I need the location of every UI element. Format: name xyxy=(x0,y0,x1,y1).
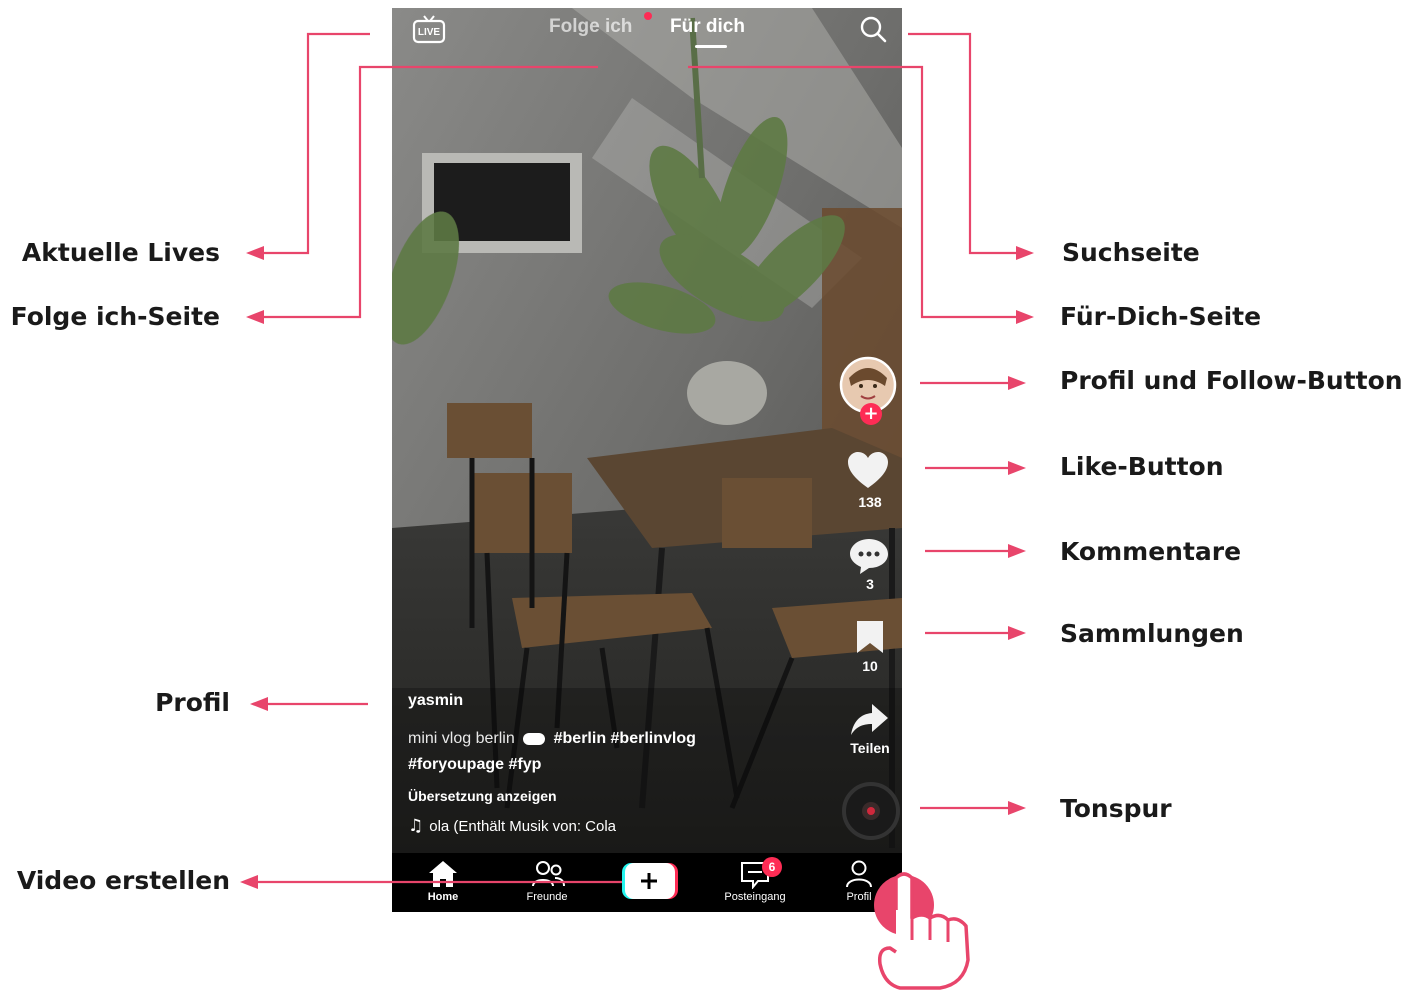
tab-following[interactable]: Folge ich xyxy=(549,16,632,38)
sound-disc-icon[interactable] xyxy=(842,782,900,840)
share-label: Teilen xyxy=(850,740,890,756)
live-icon-text: LIVE xyxy=(417,27,441,38)
nav-friends[interactable]: Freunde xyxy=(497,853,597,912)
caption-tags-1[interactable]: #berlin #berlinvlog xyxy=(554,730,696,747)
username[interactable]: yasmin xyxy=(408,692,463,710)
nav-profile[interactable]: Profil xyxy=(809,853,902,912)
music-line[interactable]: ♫ ola (Enthält Musik von: Cola xyxy=(408,816,616,836)
annotation-following: Folge ich-Seite xyxy=(10,302,220,331)
nav-home[interactable]: Home xyxy=(393,853,493,912)
annotation-profile: Profil xyxy=(155,688,230,717)
friends-icon xyxy=(532,861,565,887)
heart-icon[interactable] xyxy=(846,450,890,492)
annotation-sound: Tonspur xyxy=(1060,794,1172,823)
bookmark-icon[interactable] xyxy=(854,618,886,656)
comment-icon[interactable] xyxy=(848,536,890,576)
annotation-collections: Sammlungen xyxy=(1060,619,1244,648)
nav-friends-label: Freunde xyxy=(526,891,568,903)
caption-line-1: mini vlog berlin #berlin #berlinvlog xyxy=(408,730,696,748)
bottom-nav: Home Freunde Posteingang 6 Profil xyxy=(392,853,902,912)
live-icon[interactable]: LIVE xyxy=(412,14,446,44)
tab-foryou[interactable]: Für dich xyxy=(670,16,745,38)
phone-screen: LIVE Folge ich Für dich + 138 3 10 Teile… xyxy=(392,8,902,912)
caption-text: mini vlog berlin xyxy=(408,730,515,747)
annotation-live: Aktuelle Lives xyxy=(21,238,220,267)
plus-icon xyxy=(641,873,657,889)
comment-count: 3 xyxy=(866,576,874,592)
share-icon[interactable] xyxy=(848,702,890,738)
follow-plus-icon[interactable]: + xyxy=(860,403,882,425)
video-frame xyxy=(392,8,902,912)
cloud-icon xyxy=(523,732,546,745)
home-icon xyxy=(429,861,457,887)
nav-home-label: Home xyxy=(427,891,459,903)
tab-foryou-underline xyxy=(695,45,727,48)
search-icon[interactable] xyxy=(858,14,888,44)
music-note-icon: ♫ xyxy=(408,816,424,836)
caption-tags-2[interactable]: #foryoupage #fyp xyxy=(408,756,541,774)
save-count: 10 xyxy=(862,658,878,674)
annotation-foryou: Für-Dich-Seite xyxy=(1060,302,1262,331)
translate-link[interactable]: Übersetzung anzeigen xyxy=(408,788,557,804)
annotation-profile-follow: Profil und Follow-Button xyxy=(1060,366,1403,395)
annotation-like: Like-Button xyxy=(1060,452,1224,481)
inbox-badge: 6 xyxy=(762,857,782,877)
nav-inbox-label: Posteingang xyxy=(724,891,786,903)
like-count: 138 xyxy=(858,494,882,510)
following-dot xyxy=(644,12,652,20)
annotation-create: Video erstellen xyxy=(16,866,230,895)
annotation-search: Suchseite xyxy=(1062,238,1200,267)
music-text: ola (Enthält Musik von: Cola xyxy=(429,818,617,835)
nav-inbox[interactable]: Posteingang xyxy=(705,853,805,912)
profile-icon xyxy=(846,860,872,888)
nav-profile-label: Profil xyxy=(846,891,872,903)
create-button[interactable] xyxy=(622,863,678,899)
annotation-comments: Kommentare xyxy=(1060,537,1242,566)
